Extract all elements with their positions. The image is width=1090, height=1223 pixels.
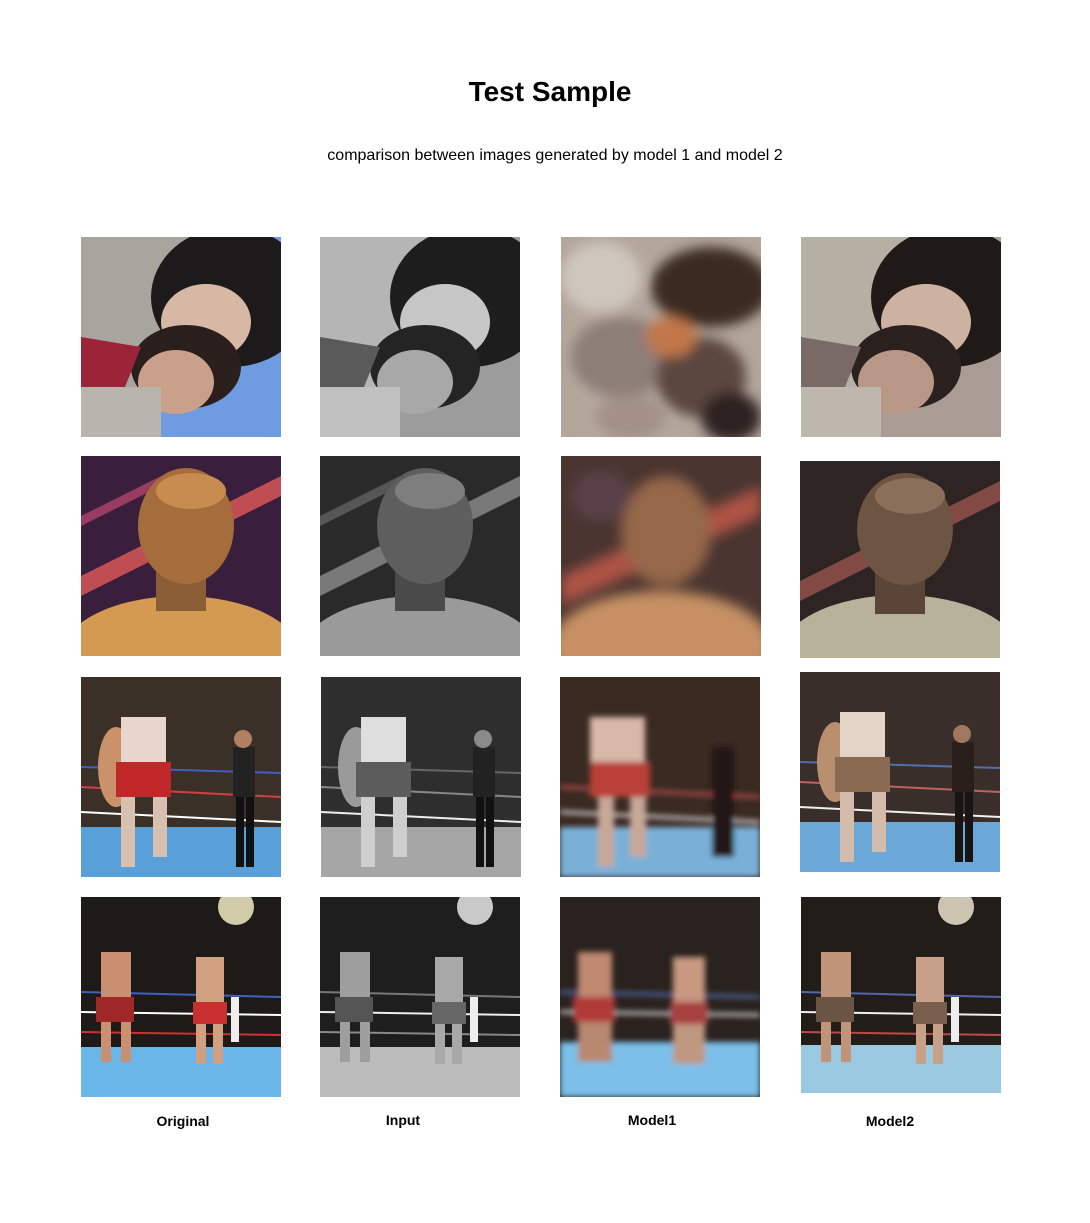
image-model2-row4 xyxy=(801,897,1001,1093)
image-model1-row1 xyxy=(561,237,761,437)
column-label-original: Original xyxy=(156,1113,210,1129)
page-title: Test Sample xyxy=(468,76,632,107)
image-input-row3 xyxy=(321,677,521,877)
page-subtitle: comparison between images generated by m… xyxy=(327,147,783,164)
image-input-row4 xyxy=(320,897,520,1097)
image-model1-row4 xyxy=(560,897,760,1097)
column-label-input: Input xyxy=(385,1112,421,1128)
image-model2-row1 xyxy=(801,237,1001,437)
image-original-row3 xyxy=(81,677,281,877)
column-label-model1: Model1 xyxy=(627,1112,677,1128)
image-model1-row2 xyxy=(561,456,761,656)
image-input-row2 xyxy=(320,456,520,656)
image-original-row1 xyxy=(81,237,281,437)
image-model2-row2 xyxy=(800,458,1000,658)
column-label-model2: Model2 xyxy=(865,1113,915,1129)
image-original-row2 xyxy=(81,456,281,656)
image-original-row4 xyxy=(81,897,281,1097)
image-input-row1 xyxy=(320,237,520,437)
image-model1-row3 xyxy=(560,677,760,877)
image-model2-row3 xyxy=(800,672,1000,872)
